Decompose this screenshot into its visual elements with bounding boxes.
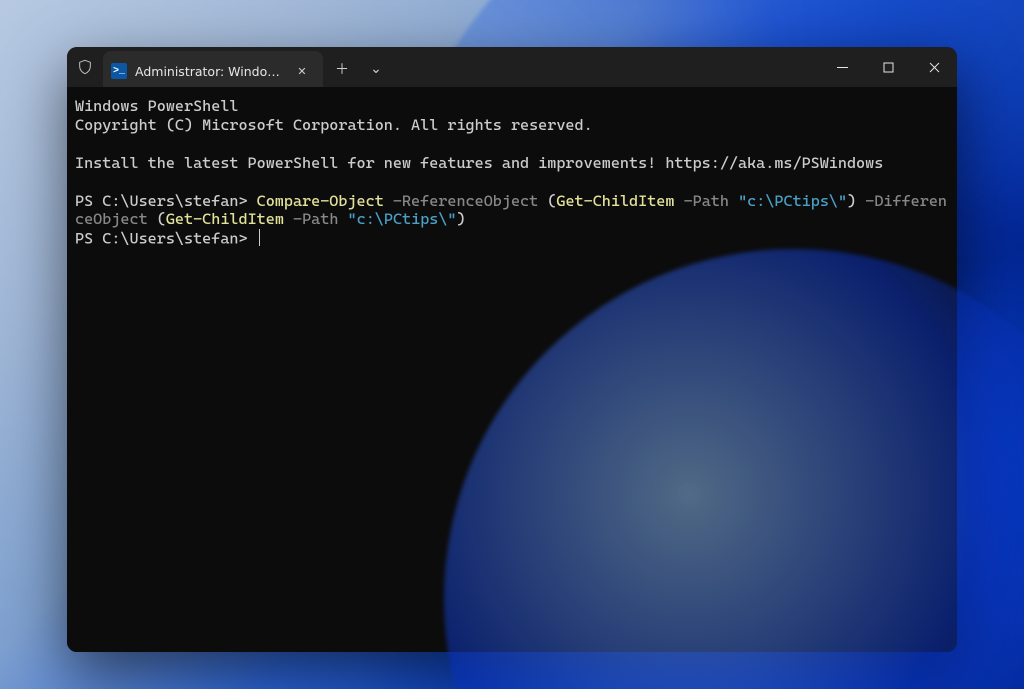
window-controls: [819, 47, 957, 87]
ps-punctuation: (: [157, 210, 166, 228]
prompt-text: PS C:\Users\stefan>: [75, 230, 257, 248]
tab-close-button[interactable]: ✕: [293, 62, 311, 80]
tab-label: Administrator: Windows Powe: [135, 64, 285, 79]
ps-cmdlet: Get-ChildItem: [556, 192, 674, 210]
ps-parameter: -Path: [684, 192, 729, 210]
terminal-output[interactable]: Windows PowerShell Copyright (C) Microso…: [67, 87, 957, 652]
ps-space: [284, 210, 293, 228]
titlebar-drag-region[interactable]: [393, 47, 819, 87]
ps-punctuation: ): [847, 192, 856, 210]
ps-space: [729, 192, 738, 210]
ps-space: [538, 192, 547, 210]
maximize-button[interactable]: [865, 47, 911, 87]
prompt-text: PS C:\Users\stefan>: [75, 192, 257, 210]
ps-cmdlet: Get-ChildItem: [166, 210, 284, 228]
powershell-icon: >_: [111, 63, 127, 79]
terminal-line: Install the latest PowerShell for new fe…: [75, 154, 883, 172]
terminal-line: Copyright (C) Microsoft Corporation. All…: [75, 116, 593, 134]
ps-space: [338, 210, 347, 228]
ps-space: [674, 192, 683, 210]
ps-space: [384, 192, 393, 210]
new-tab-button[interactable]: ＋: [325, 51, 359, 87]
ps-parameter: -Path: [293, 210, 338, 228]
terminal-line: Windows PowerShell: [75, 97, 238, 115]
admin-shield-icon: [67, 47, 103, 87]
ps-space: [148, 210, 157, 228]
terminal-window: >_ Administrator: Windows Powe ✕ ＋ ⌄ Win…: [67, 47, 957, 652]
tab-powershell[interactable]: >_ Administrator: Windows Powe ✕: [103, 51, 323, 91]
ps-parameter: -ReferenceObject: [393, 192, 538, 210]
ps-cmdlet: Compare-Object: [257, 192, 384, 210]
ps-punctuation: ): [457, 210, 466, 228]
ps-parameter: -Diffe: [865, 192, 920, 210]
ps-string: "c:\PCtips\": [738, 192, 847, 210]
cursor-icon: [259, 229, 260, 245]
titlebar[interactable]: >_ Administrator: Windows Powe ✕ ＋ ⌄: [67, 47, 957, 87]
tab-dropdown-button[interactable]: ⌄: [359, 51, 393, 87]
ps-string: "c:\PCtips\": [348, 210, 457, 228]
ps-space: [856, 192, 865, 210]
minimize-button[interactable]: [819, 47, 865, 87]
close-button[interactable]: [911, 47, 957, 87]
